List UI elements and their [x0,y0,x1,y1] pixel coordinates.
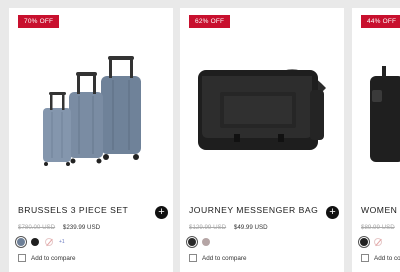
product-title[interactable]: JOURNEY MESSENGER BAG [189,205,318,215]
original-price: $89.99 USD [361,224,395,231]
plus-icon: + [158,206,165,218]
plus-icon: + [329,206,336,218]
price-row: $129.99 USD $49.99 USD [189,224,268,231]
swatch-black[interactable] [358,236,370,248]
swatch-black[interactable] [31,238,39,246]
discount-badge: 70% OFF [18,15,60,28]
compare-checkbox[interactable] [189,254,197,262]
swatch-blue-grey[interactable] [15,236,27,248]
discount-badge: 62% OFF [189,15,231,28]
product-card[interactable]: 70% OFF BRUSSELS 3 PIECE SET + $780.00 U… [9,8,173,272]
price-row: $89.99 USD [361,224,400,231]
swatch-unavailable[interactable] [374,238,382,246]
product-image[interactable] [180,34,344,194]
color-swatches: +1 [15,236,65,248]
original-price: $129.99 USD [189,224,227,231]
product-card[interactable]: 44% OFF WOMEN W $89.99 USD Add to compar… [352,8,400,272]
compare-checkbox[interactable] [18,254,26,262]
product-card[interactable]: 62% OFF JOURNEY MESSENGER BAG + $129.99 … [180,8,344,272]
compare-toggle[interactable]: Add to compare [18,254,75,262]
product-image[interactable] [352,34,400,194]
product-image[interactable] [9,34,173,194]
more-colors-count[interactable]: +1 [59,239,65,245]
original-price: $780.00 USD [18,224,56,231]
compare-toggle[interactable]: Add to compare [361,254,400,262]
color-swatches [186,236,216,248]
add-to-cart-button[interactable]: + [155,206,168,219]
add-to-cart-button[interactable]: + [326,206,339,219]
compare-label: Add to compare [202,254,247,262]
product-title[interactable]: WOMEN W [361,205,400,215]
swatch-unavailable[interactable] [45,238,53,246]
color-swatches [358,236,388,248]
swatch-black[interactable] [186,236,198,248]
compare-checkbox[interactable] [361,254,369,262]
swatch-mauve[interactable] [202,238,210,246]
discount-badge: 44% OFF [361,15,400,28]
compare-label: Add to compare [374,254,400,262]
compare-toggle[interactable]: Add to compare [189,254,246,262]
sale-price: $239.99 USD [62,224,101,231]
product-title[interactable]: BRUSSELS 3 PIECE SET [18,205,128,215]
compare-label: Add to compare [31,254,76,262]
sale-price: $49.99 USD [233,224,268,231]
price-row: $780.00 USD $239.99 USD [18,224,100,231]
